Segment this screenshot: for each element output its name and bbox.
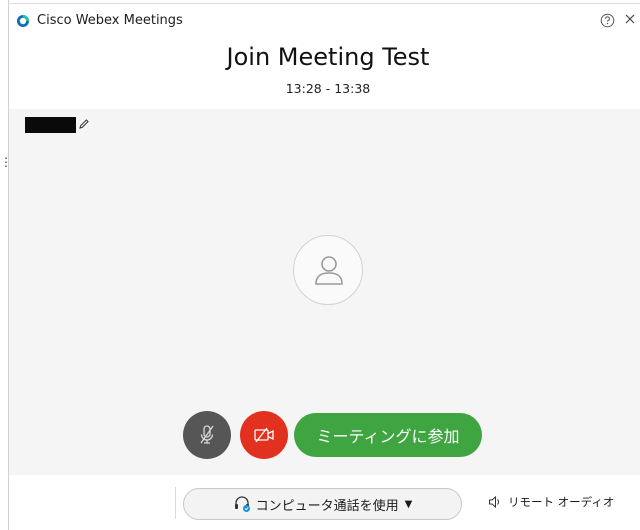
headset-icon: [233, 495, 251, 513]
audio-selected-label: コンピュータ通話を使用: [255, 498, 399, 514]
app-title: Cisco Webex Meetings: [37, 13, 183, 28]
mic-muted-icon: [200, 425, 214, 444]
meeting-time: 13:28 - 13:38: [285, 81, 371, 96]
avatar: [293, 235, 363, 305]
person-icon: [315, 256, 343, 285]
resize-grip-icon[interactable]: ⋮: [0, 156, 12, 174]
meeting-title: Join Meeting Test: [226, 43, 430, 71]
remote-audio-label: リモート オーディオ: [508, 495, 615, 509]
speaker-icon: [489, 495, 500, 509]
remote-audio-button[interactable]: リモート オーディオ: [488, 494, 614, 510]
mute-button[interactable]: [183, 411, 231, 459]
video-off-icon: [254, 427, 274, 443]
window-top-border: [8, 3, 640, 4]
audio-connection-select[interactable]: コンピュータ通話を使用 ▼: [183, 488, 462, 520]
video-toggle-button[interactable]: [240, 411, 288, 459]
close-icon[interactable]: [623, 12, 637, 26]
help-icon[interactable]: [600, 13, 615, 28]
chevron-down-icon: ▼: [404, 498, 413, 510]
webex-logo-icon: [17, 15, 29, 27]
footer-divider: [175, 487, 176, 519]
user-name-redacted: [25, 117, 76, 133]
join-meeting-button[interactable]: ミーティングに参加: [294, 413, 482, 457]
pencil-edit-icon[interactable]: [78, 118, 90, 130]
